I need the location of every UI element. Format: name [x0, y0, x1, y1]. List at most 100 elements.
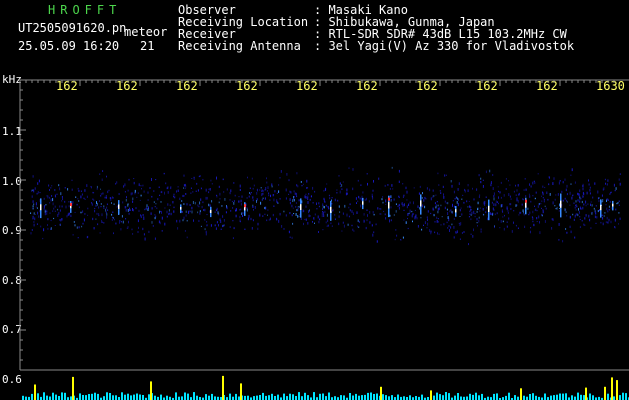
noise-pixel: [448, 225, 450, 227]
noise-pixel: [477, 208, 478, 210]
noise-pixel: [604, 178, 606, 181]
noise-pixel: [309, 198, 311, 201]
noise-pixel: [334, 218, 336, 220]
noise-pixel: [229, 192, 231, 195]
noise-pixel: [107, 209, 109, 211]
noise-pixel: [297, 206, 299, 208]
noise-pixel: [533, 224, 535, 227]
noise-pixel: [584, 224, 586, 226]
histogram-bar: [583, 395, 585, 400]
noise-pixel: [505, 188, 507, 190]
noise-pixel: [218, 201, 220, 204]
noise-pixel: [532, 195, 534, 197]
noise-pixel: [288, 231, 290, 234]
noise-pixel: [508, 180, 509, 182]
histogram-bar: [115, 395, 117, 400]
histogram-bar: [124, 394, 126, 400]
histogram-bar: [361, 395, 363, 400]
histogram-bar: [97, 393, 99, 400]
noise-pixel: [480, 228, 482, 231]
noise-pixel: [233, 227, 235, 230]
noise-pixel: [389, 188, 391, 190]
noise-pixel: [93, 227, 95, 230]
noise-pixel: [331, 197, 333, 199]
histogram-bar: [619, 395, 621, 400]
noise-pixel: [456, 201, 458, 204]
noise-pixel: [493, 197, 495, 201]
noise-pixel: [71, 179, 73, 181]
histogram-bar: [358, 395, 360, 400]
noise-pixel: [77, 237, 79, 239]
noise-pixel: [565, 228, 567, 230]
noise-pixel: [444, 174, 446, 177]
noise-pixel: [252, 187, 254, 190]
noise-pixel: [562, 240, 564, 243]
noise-pixel: [290, 191, 292, 194]
noise-pixel: [444, 200, 446, 203]
noise-pixel: [173, 193, 175, 196]
noise-pixel: [46, 210, 48, 213]
noise-pixel: [471, 211, 473, 215]
noise-pixel: [226, 188, 228, 191]
noise-pixel: [519, 211, 521, 214]
noise-pixel: [257, 222, 259, 226]
histogram-bar: [55, 394, 57, 400]
histogram-bar: [37, 393, 39, 400]
histogram-bar: [148, 394, 150, 400]
histogram-bar: [109, 393, 111, 400]
noise-pixel: [499, 191, 501, 194]
noise-pixel: [30, 212, 32, 214]
noise-pixel: [159, 221, 161, 225]
meteor-core: [210, 209, 212, 213]
noise-pixel: [141, 188, 142, 190]
noise-pixel: [490, 184, 492, 187]
noise-pixel: [534, 205, 535, 207]
noise-pixel: [576, 213, 578, 215]
noise-pixel: [566, 193, 568, 196]
histogram-bar: [307, 395, 309, 400]
noise-pixel: [44, 212, 46, 216]
noise-pixel: [436, 220, 438, 223]
noise-pixel: [595, 205, 597, 207]
noise-pixel: [552, 182, 554, 185]
noise-pixel: [189, 210, 191, 213]
noise-pixel: [424, 196, 426, 199]
noise-pixel: [451, 184, 453, 188]
noise-pixel: [273, 198, 275, 202]
noise-pixel: [199, 210, 201, 213]
noise-pixel: [34, 213, 36, 215]
noise-pixel: [597, 210, 599, 213]
noise-pixel: [348, 206, 350, 209]
noise-pixel: [210, 179, 212, 182]
noise-pixel: [409, 209, 411, 213]
noise-pixel: [111, 213, 113, 216]
noise-pixel: [609, 200, 611, 203]
noise-pixel: [260, 201, 262, 205]
noise-pixel: [140, 215, 142, 218]
histogram-peak: [430, 390, 432, 400]
histogram-bar: [193, 392, 195, 400]
noise-pixel: [324, 210, 326, 214]
noise-pixel: [571, 168, 573, 172]
histogram-bar: [355, 393, 357, 400]
noise-pixel: [101, 213, 103, 217]
noise-pixel: [133, 178, 135, 180]
noise-pixel: [553, 177, 555, 180]
noise-pixel: [357, 179, 359, 182]
noise-pixel: [134, 189, 136, 193]
noise-pixel: [159, 210, 160, 214]
noise-pixel: [391, 166, 393, 169]
noise-pixel: [267, 214, 268, 216]
noise-pixel: [127, 189, 129, 192]
noise-pixel: [35, 203, 37, 206]
noise-pixel: [203, 209, 205, 211]
noise-pixel: [274, 190, 276, 193]
noise-pixel: [451, 223, 453, 226]
noise-pixel: [219, 198, 221, 200]
noise-pixel: [59, 223, 61, 226]
noise-pixel: [314, 190, 316, 193]
noise-pixel: [390, 199, 392, 201]
histogram-bar: [439, 394, 441, 400]
histogram-bar: [238, 396, 240, 400]
noise-pixel: [564, 178, 566, 181]
